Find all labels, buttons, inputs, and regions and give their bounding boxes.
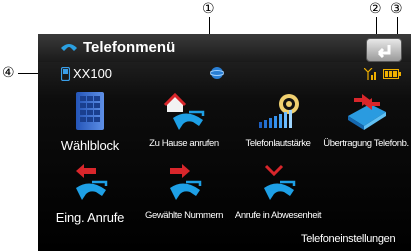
phone-menu-screen: Telefonmenü XX100 Wählblock Zu Hause anr…: [38, 34, 411, 251]
phone-icon: [61, 44, 77, 51]
header-bar: Telefonmenü: [38, 34, 411, 62]
keypad-label: Wählblock: [60, 138, 120, 153]
callout-1: ①: [202, 1, 215, 17]
incoming-calls-button[interactable]: Eing. Anrufe: [43, 162, 137, 225]
missed-call-icon: [264, 164, 296, 200]
callout-2: ②: [369, 1, 382, 17]
volume-icon: [259, 94, 299, 128]
back-button[interactable]: [366, 38, 402, 62]
keypad-button[interactable]: Wählblock: [43, 90, 137, 153]
device-name: XX100: [73, 66, 113, 81]
status-bar: XX100: [38, 64, 411, 84]
phone-volume-label: Telefonlautstärke: [245, 138, 311, 149]
dialed-numbers-button[interactable]: Gewählte Nummern: [137, 162, 231, 221]
page-title: Telefonmenü: [83, 39, 176, 56]
callout-3: ③: [390, 1, 403, 17]
bluetooth-phone-icon: [61, 67, 70, 81]
globe-icon: [210, 67, 224, 79]
call-home-button[interactable]: Zu Hause anrufen: [137, 90, 231, 149]
phonebook-transfer-button[interactable]: Übertragung Telefonb.: [319, 90, 411, 149]
dialed-numbers-label: Gewählte Nummern: [144, 210, 224, 221]
battery-icon: [383, 69, 401, 79]
incoming-call-icon: [76, 164, 108, 200]
keypad-icon: [76, 92, 104, 130]
missed-calls-button[interactable]: Anrufe in Abwesenheit: [231, 162, 325, 221]
missed-calls-label: Anrufe in Abwesenheit: [234, 210, 322, 221]
home-call-icon: [163, 92, 205, 130]
signal-icon: [364, 68, 376, 80]
incoming-calls-label: Eing. Anrufe: [55, 210, 125, 225]
outgoing-call-icon: [170, 164, 202, 200]
phone-settings-button[interactable]: Telefoneinstellungen: [301, 233, 396, 245]
phone-volume-button[interactable]: Telefonlautstärke: [231, 90, 325, 149]
back-icon: [377, 45, 391, 59]
phonebook-transfer-label: Übertragung Telefonb.: [323, 138, 409, 149]
call-home-label: Zu Hause anrufen: [149, 138, 219, 149]
phonebook-transfer-icon: [348, 94, 386, 130]
callout-4: ④: [2, 65, 15, 81]
